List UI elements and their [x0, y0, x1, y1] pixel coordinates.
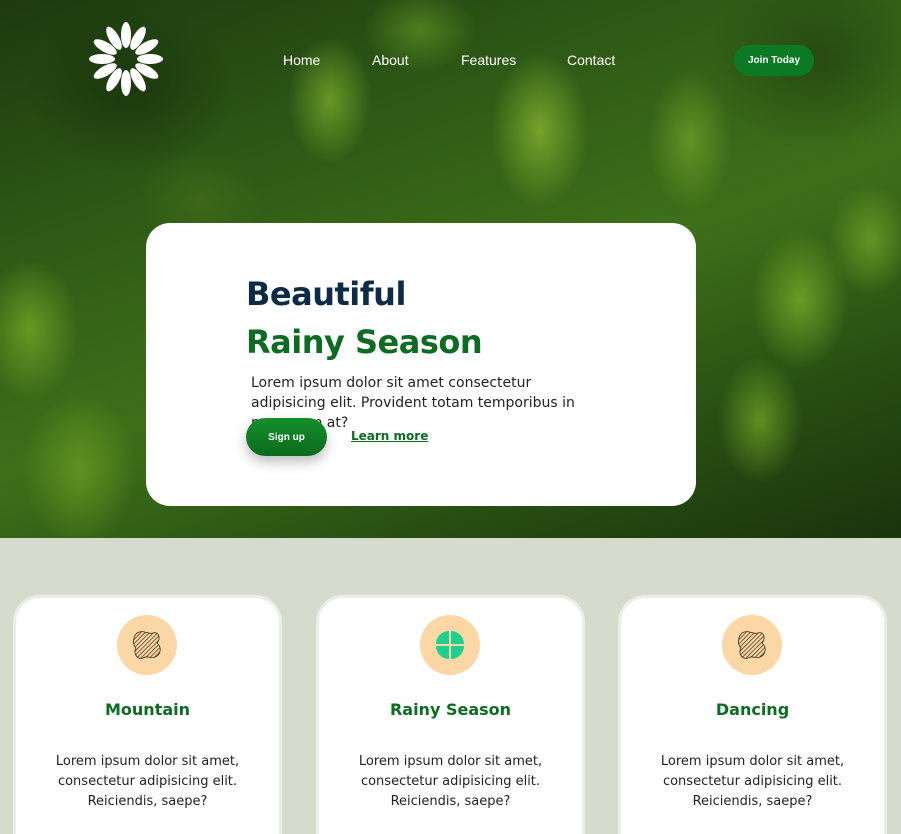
feature-card-mountain: Mountain Lorem ipsum dolor sit amet, con… [16, 598, 279, 834]
feature-card-rainy-season: Rainy Season Lorem ipsum dolor sit amet,… [319, 598, 582, 834]
join-today-button[interactable]: Join Today [734, 45, 814, 76]
hero-section: Home About Features Contact Join Today B… [0, 0, 901, 538]
flower-logo-icon[interactable] [88, 22, 164, 96]
nav-about-link[interactable]: About [372, 52, 409, 68]
nav-features-link[interactable]: Features [461, 52, 516, 68]
card-text: Lorem ipsum dolor sit amet, consectetur … [660, 754, 845, 809]
card-title: Rainy Season [389, 700, 512, 719]
hero-card: Beautiful Rainy Season Lorem ipsum dolor… [146, 223, 696, 506]
learn-more-link[interactable]: Learn more [351, 429, 428, 443]
hero-title-line2: Rainy Season [246, 323, 483, 361]
abstract-shape-icon [722, 615, 782, 675]
signup-button[interactable]: Sign up [246, 418, 327, 456]
nav-home-link[interactable]: Home [283, 52, 320, 68]
card-title: Dancing [715, 700, 790, 719]
card-title: Mountain [104, 700, 190, 719]
nav-contact-link[interactable]: Contact [567, 52, 615, 68]
hero-title-line1: Beautiful [246, 275, 406, 313]
card-text: Lorem ipsum dolor sit amet, consectetur … [55, 754, 240, 809]
abstract-shape-icon [117, 615, 177, 675]
feature-card-dancing: Dancing Lorem ipsum dolor sit amet, cons… [621, 598, 884, 834]
clover-icon [420, 615, 480, 675]
card-text: Lorem ipsum dolor sit amet, consectetur … [358, 754, 543, 809]
